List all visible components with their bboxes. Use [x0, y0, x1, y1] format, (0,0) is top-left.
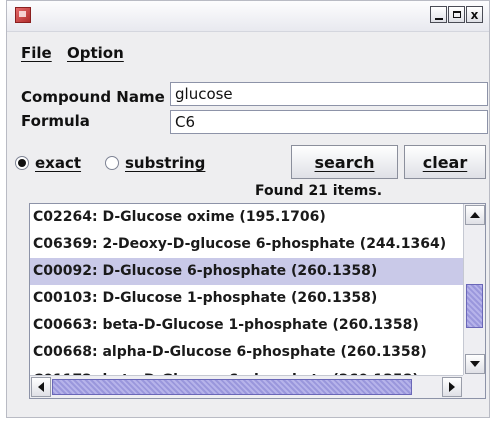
- formula-input[interactable]: [170, 110, 488, 134]
- app-window: x File Option Compound Name Formula exac…: [6, 0, 490, 418]
- horizontal-scroll-thumb[interactable]: [52, 379, 412, 395]
- results-list-body[interactable]: C02264: D-Glucose oxime (195.1706) C0636…: [30, 204, 463, 375]
- maximize-button[interactable]: [448, 6, 465, 23]
- maximize-icon: [452, 11, 461, 18]
- clear-button[interactable]: clear: [404, 145, 486, 179]
- arrow-right-icon: [449, 382, 455, 392]
- menu-bar: File Option: [7, 41, 489, 65]
- menu-option[interactable]: Option: [67, 44, 124, 62]
- list-item[interactable]: C00103: D-Glucose 1-phosphate (260.1358): [30, 285, 463, 312]
- close-button[interactable]: x: [466, 6, 483, 23]
- compound-name-label: Compound Name: [21, 88, 165, 106]
- search-button-label: search: [314, 152, 375, 172]
- scroll-down-button[interactable]: [465, 354, 485, 374]
- list-item[interactable]: C00668: alpha-D-Glucose 6-phosphate (260…: [30, 339, 463, 366]
- app-icon[interactable]: [15, 7, 31, 23]
- exact-radio-label: exact: [35, 154, 82, 172]
- exact-radio[interactable]: exact: [15, 154, 81, 172]
- clear-button-label: clear: [422, 152, 468, 172]
- list-item[interactable]: C00663: beta-D-Glucose 1-phosphate (260.…: [30, 312, 463, 339]
- list-item[interactable]: C02264: D-Glucose oxime (195.1706): [30, 204, 463, 231]
- list-item-selected[interactable]: C00092: D-Glucose 6-phosphate (260.1358): [30, 258, 463, 285]
- compound-name-input[interactable]: [170, 82, 488, 106]
- vertical-scrollbar[interactable]: [463, 204, 485, 375]
- vertical-scroll-thumb[interactable]: [466, 284, 483, 328]
- arrow-up-icon: [470, 212, 480, 218]
- substring-radio-label: substring: [125, 154, 206, 172]
- result-count-status: Found 21 items.: [255, 183, 383, 199]
- arrow-left-icon: [38, 382, 44, 392]
- radio-unchecked-icon: [105, 156, 119, 170]
- formula-label: Formula: [21, 112, 90, 130]
- scroll-right-button[interactable]: [442, 377, 462, 397]
- minimize-icon: [434, 17, 443, 20]
- scroll-left-button[interactable]: [31, 377, 51, 397]
- minimize-button[interactable]: [430, 6, 447, 23]
- results-list[interactable]: C02264: D-Glucose oxime (195.1706) C0636…: [29, 203, 486, 399]
- radio-checked-icon: [15, 156, 29, 170]
- search-button[interactable]: search: [291, 145, 398, 179]
- scroll-up-button[interactable]: [465, 205, 485, 225]
- list-item[interactable]: C01172: beta-D-Glucose 6-phosphate (260.…: [30, 367, 463, 375]
- substring-radio[interactable]: substring: [105, 154, 205, 172]
- horizontal-scrollbar[interactable]: [30, 375, 463, 398]
- arrow-down-icon: [470, 361, 480, 367]
- scroll-corner: [463, 375, 485, 398]
- menu-file[interactable]: File: [21, 44, 52, 62]
- title-bar[interactable]: x: [7, 1, 489, 32]
- list-item[interactable]: C06369: 2-Deoxy-D-glucose 6-phosphate (2…: [30, 231, 463, 258]
